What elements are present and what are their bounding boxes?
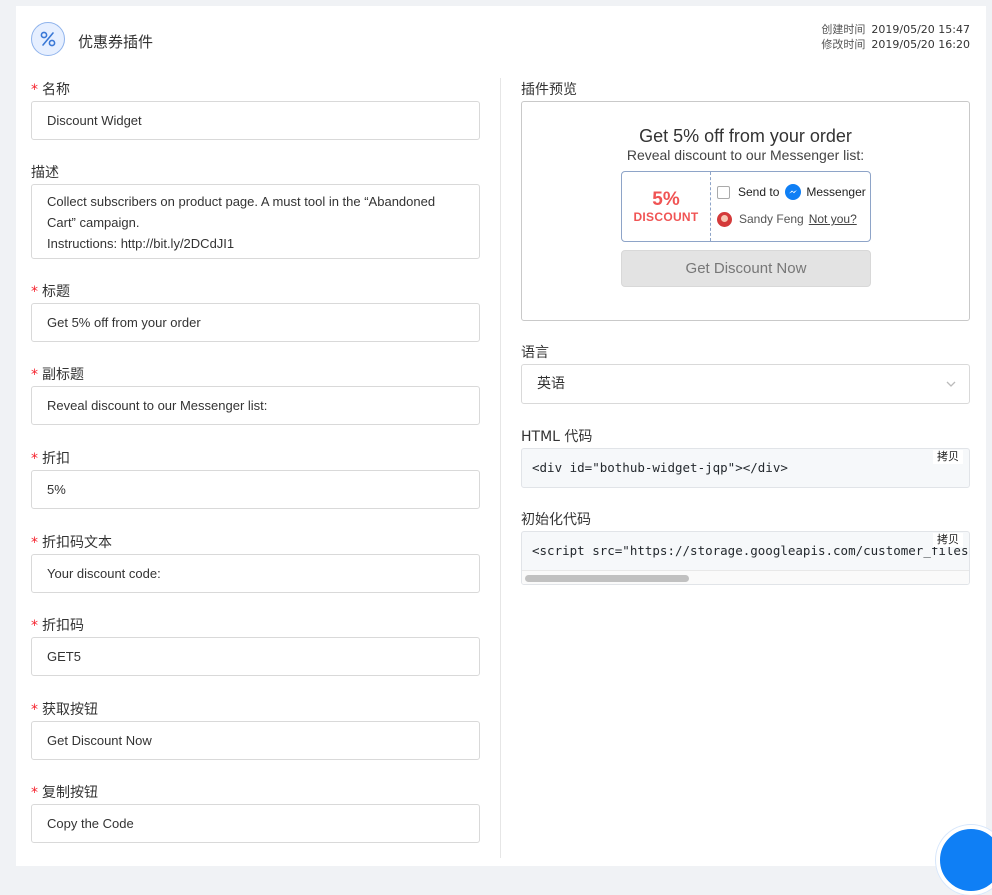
discount-percent: 5% — [652, 188, 680, 210]
description-textarea[interactable]: Collect subscribers on product page. A m… — [31, 184, 480, 259]
discount-code-input[interactable]: GET5 — [31, 637, 480, 676]
timestamps: 创建时间 2019/05/20 15:47 修改时间 2019/05/20 16:2… — [821, 22, 970, 52]
created-label: 创建时间 — [821, 23, 866, 36]
horizontal-scrollbar[interactable] — [522, 570, 969, 584]
copy-init-button[interactable]: 拷贝 — [933, 533, 963, 547]
percent-icon — [31, 22, 65, 56]
language-value: 英语 — [537, 376, 565, 392]
chat-bubble-icon[interactable] — [936, 825, 992, 895]
user-avatar — [717, 211, 732, 227]
created-value: 2019/05/20 15:47 — [871, 23, 970, 36]
discount-word: DISCOUNT — [633, 209, 699, 224]
page-title: 优惠券插件 — [78, 33, 154, 51]
copy-button-input[interactable]: Copy the Code — [31, 804, 480, 843]
preview-subtitle: Reveal discount to our Messenger list: — [626, 147, 865, 163]
chevron-down-icon — [946, 381, 956, 387]
html-code-block: <div id="bothub-widget-jqp"></div> 拷贝 — [521, 448, 970, 488]
not-you-link[interactable]: Not you? — [809, 212, 857, 226]
title-label: * 标题 — [31, 284, 70, 300]
discount-input[interactable]: 5% — [31, 470, 480, 509]
subtitle-label: * 副标题 — [31, 367, 84, 383]
coupon-card: 5% DISCOUNT Send to Messenger Sandy Feng… — [621, 171, 871, 242]
messenger-icon — [785, 184, 802, 200]
get-discount-button[interactable]: Get Discount Now — [621, 250, 871, 287]
language-select[interactable]: 英语 — [521, 364, 970, 404]
user-name: Sandy Feng — [739, 212, 804, 226]
preview-title: Get 5% off from your order — [639, 126, 852, 146]
messenger-optin: Send to Messenger Sandy Feng Not you? — [717, 184, 867, 227]
send-to-label: Send to — [738, 185, 780, 199]
title-input[interactable]: Get 5% off from your order — [31, 303, 480, 342]
description-line: Instructions: http://bit.ly/2DCdJI1 — [47, 236, 235, 251]
modified-label: 修改时间 — [821, 38, 866, 51]
copy-button-label: * 复制按钮 — [31, 785, 98, 801]
discount-code-label: * 折扣码 — [31, 618, 84, 634]
copy-html-button[interactable]: 拷贝 — [933, 450, 963, 464]
get-button-label: * 获取按钮 — [31, 702, 98, 718]
name-input[interactable]: Discount Widget — [31, 101, 480, 140]
modified-value: 2019/05/20 16:20 — [871, 38, 970, 51]
messenger-label: Messenger — [806, 185, 866, 199]
init-code-label: 初始化代码 — [521, 512, 591, 528]
discount-label: * 折扣 — [31, 451, 70, 467]
scrollbar-thumb[interactable] — [525, 575, 689, 582]
discount-code-text-input[interactable]: Your discount code: — [31, 554, 480, 593]
name-label: * 名称 — [31, 82, 70, 98]
preview-label: 插件预览 — [521, 82, 577, 98]
column-divider — [500, 78, 501, 858]
send-to-checkbox[interactable] — [717, 185, 730, 199]
language-label: 语言 — [521, 345, 549, 361]
get-button-input[interactable]: Get Discount Now — [31, 721, 480, 760]
init-code-text: <script src="https://storage.googleapis.… — [532, 543, 969, 558]
subtitle-input[interactable]: Reveal discount to our Messenger list: — [31, 386, 480, 425]
discount-code-text-label: * 折扣码文本 — [31, 535, 112, 551]
init-code-block: <script src="https://storage.googleapis.… — [521, 531, 970, 585]
discount-stub: 5% DISCOUNT — [622, 172, 711, 241]
html-code-text: <div id="bothub-widget-jqp"></div> — [532, 460, 788, 475]
description-line: Collect subscribers on product page. A m… — [47, 194, 436, 209]
description-line: Cart” campaign. — [47, 215, 140, 230]
widget-preview: Get 5% off from your order Reveal discou… — [521, 101, 970, 321]
html-code-label: HTML 代码 — [521, 429, 593, 445]
description-label: 描述 — [31, 165, 59, 181]
